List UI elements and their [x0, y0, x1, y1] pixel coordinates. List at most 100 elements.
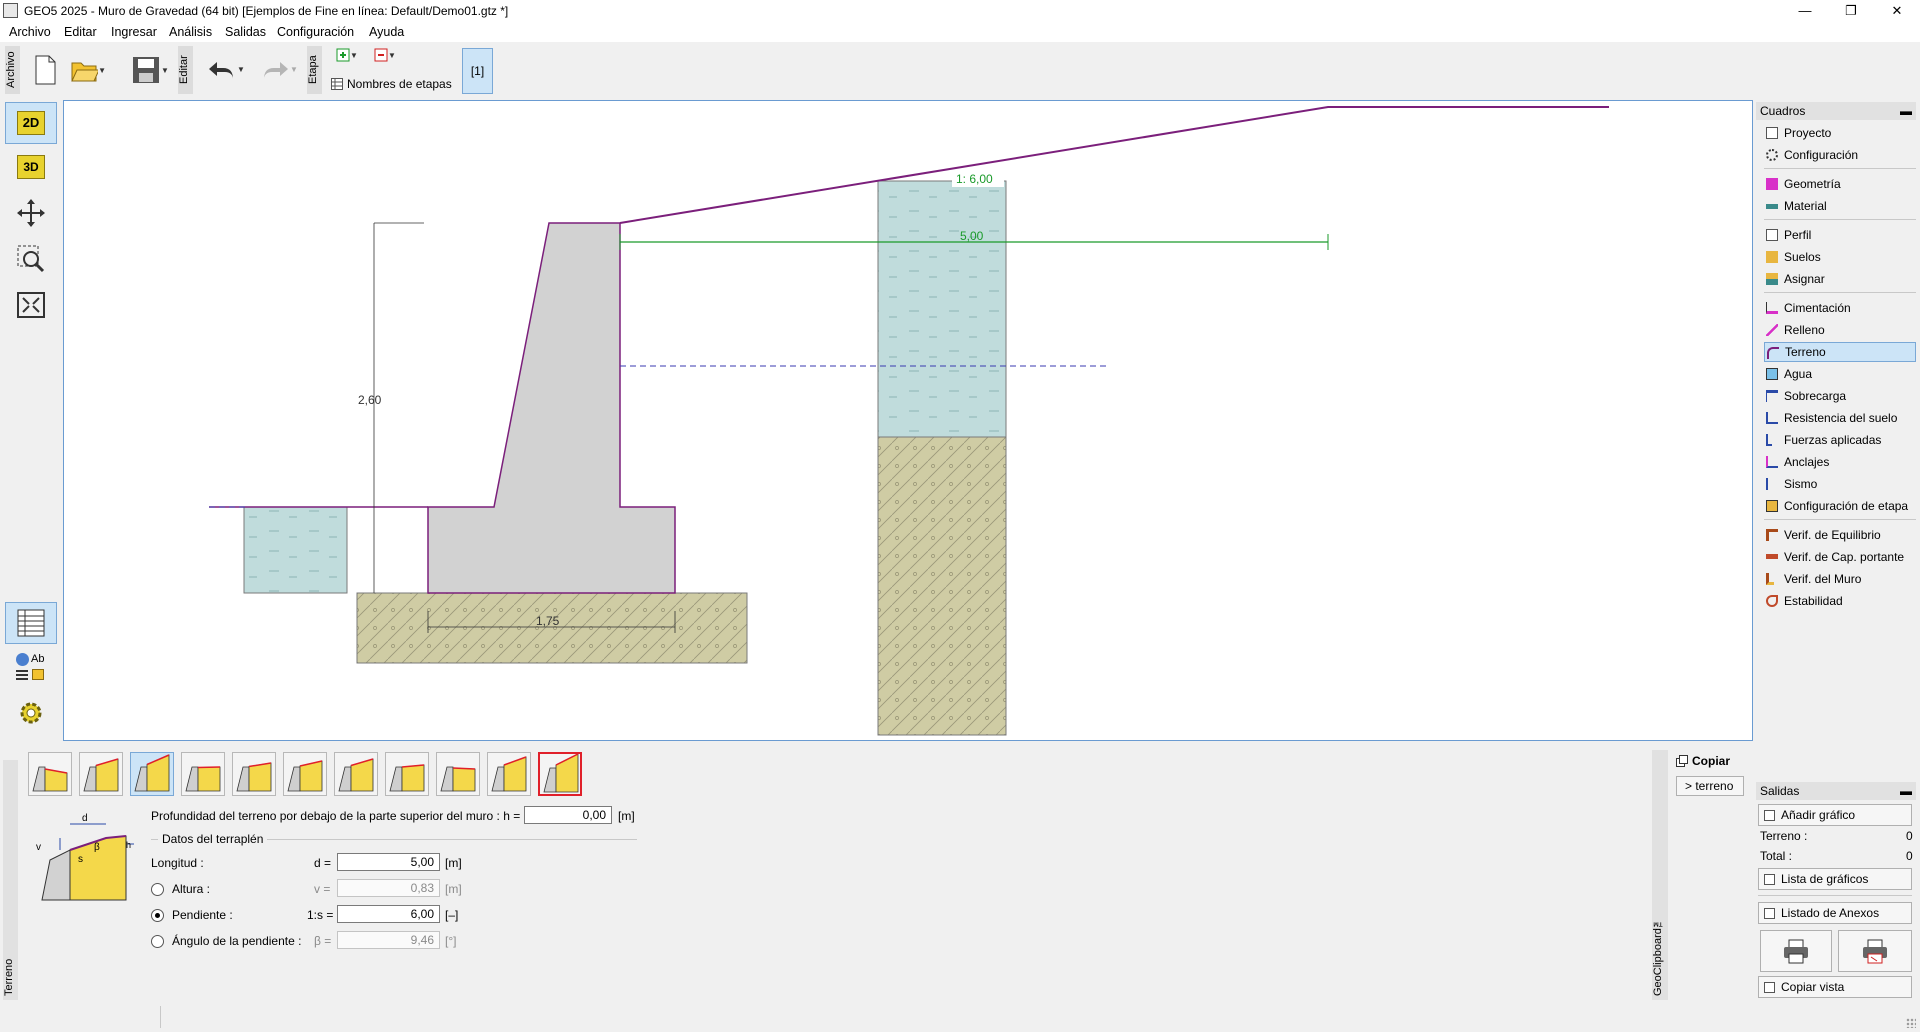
terrain-type-7-button[interactable]: [334, 752, 378, 796]
view-3d-button[interactable]: 3D: [5, 146, 57, 188]
menu-salidas[interactable]: Salidas: [225, 25, 266, 39]
minimize-button[interactable]: —: [1782, 0, 1828, 22]
menu-ayuda[interactable]: Ayuda: [369, 25, 404, 39]
close-button[interactable]: ✕: [1874, 0, 1920, 22]
menu-configuracion[interactable]: Configuración: [277, 25, 354, 39]
menu-editar[interactable]: Editar: [64, 25, 97, 39]
add-graphic-button[interactable]: Añadir gráfico: [1758, 804, 1912, 826]
frame-proyecto[interactable]: Proyecto: [1764, 123, 1916, 143]
view-2d-button[interactable]: 2D: [5, 102, 57, 144]
terrain-type-5-button[interactable]: [232, 752, 276, 796]
diagram-label-s: s: [78, 854, 83, 865]
copy-view-button[interactable]: Copiar vista: [1758, 976, 1912, 998]
frame-sobrecarga[interactable]: Sobrecarga: [1764, 386, 1916, 406]
terrain-type-4-button[interactable]: [181, 752, 225, 796]
frame-material[interactable]: Material: [1764, 196, 1916, 216]
terrain-type-2-button[interactable]: [79, 752, 123, 796]
print-preview-icon: [1863, 939, 1887, 964]
height-radio[interactable]: [151, 883, 164, 896]
settings-button[interactable]: [5, 692, 57, 734]
terrain-type-3-button[interactable]: [130, 752, 174, 796]
total-graphics-label: Total :: [1760, 849, 1793, 863]
archivo-group-label: Archivo: [5, 46, 20, 94]
frame-fuerzas-aplicadas[interactable]: Fuerzas aplicadas: [1764, 430, 1916, 450]
document-icon: [1766, 127, 1778, 139]
length-unit: [m]: [445, 856, 462, 870]
outputs-header: Salidas ▬: [1756, 782, 1916, 800]
annex-list-button[interactable]: Listado de Anexos: [1758, 902, 1912, 924]
terrain-type-9-button[interactable]: [436, 752, 480, 796]
print-preview-button[interactable]: [1838, 930, 1912, 972]
chevron-down-icon[interactable]: ▼: [98, 66, 106, 75]
frame-relleno[interactable]: Relleno: [1764, 320, 1916, 340]
terrain-type-6-button[interactable]: [283, 752, 327, 796]
slope-input[interactable]: [337, 905, 440, 923]
angle-input[interactable]: [337, 931, 440, 949]
frame-sismo[interactable]: Sismo: [1764, 474, 1916, 494]
depth-input[interactable]: [524, 806, 612, 824]
frame-label: Configuración de etapa: [1784, 499, 1909, 513]
frame-resistencia-suelo[interactable]: Resistencia del suelo: [1764, 408, 1916, 428]
terrain-type-8-button[interactable]: [385, 752, 429, 796]
frame-estabilidad[interactable]: Estabilidad: [1764, 591, 1916, 611]
menu-ingresar[interactable]: Ingresar: [111, 25, 157, 39]
frame-verif-equilibrio[interactable]: Verif. de Equilibrio: [1764, 525, 1916, 545]
remove-stage-button[interactable]: ▼: [368, 47, 402, 63]
minimize-icon[interactable]: ▬: [1900, 102, 1912, 120]
fit-view-button[interactable]: [5, 284, 57, 326]
frame-cimentacion[interactable]: Cimentación: [1764, 298, 1916, 318]
new-file-button[interactable]: [30, 52, 60, 88]
terrain-type-1-button[interactable]: [28, 752, 72, 796]
table-view-button[interactable]: [5, 602, 57, 644]
frame-configuracion[interactable]: Configuración: [1764, 145, 1916, 165]
drawing-canvas[interactable]: 2,60 1,75 5,00 1: 6,00: [63, 100, 1753, 741]
frame-anclajes[interactable]: Anclajes: [1764, 452, 1916, 472]
chevron-down-icon[interactable]: ▼: [350, 51, 358, 60]
menu-analisis[interactable]: Análisis: [169, 25, 212, 39]
zoom-button[interactable]: [5, 238, 57, 280]
terrain-type-11-button[interactable]: [538, 752, 582, 796]
frame-suelos[interactable]: Suelos: [1764, 247, 1916, 267]
remove-icon: [374, 48, 388, 62]
angle-radio[interactable]: [151, 935, 164, 948]
frame-agua[interactable]: Agua: [1764, 364, 1916, 384]
frame-perfil[interactable]: Perfil: [1764, 225, 1916, 245]
graphics-list-button[interactable]: Lista de gráficos: [1758, 868, 1912, 890]
frame-asignar[interactable]: Asignar: [1764, 269, 1916, 289]
minimize-icon[interactable]: ▬: [1900, 782, 1912, 800]
open-file-button[interactable]: ▼: [70, 52, 106, 88]
restore-button[interactable]: ❐: [1828, 0, 1874, 22]
slope-unit: [–]: [445, 908, 459, 922]
frame-verif-muro[interactable]: Verif. del Muro: [1764, 569, 1916, 589]
copy-terrain-button[interactable]: > terreno: [1676, 776, 1744, 796]
frame-configuracion-etapa[interactable]: Configuración de etapa: [1764, 496, 1916, 516]
add-stage-button[interactable]: ▼: [330, 47, 364, 63]
stage-1-button[interactable]: [1]: [462, 48, 493, 94]
menu-archivo[interactable]: Archivo: [9, 25, 51, 39]
geoclipboard-side-tab[interactable]: GeoClipboard™: [1652, 750, 1668, 1000]
print-button[interactable]: [1760, 930, 1832, 972]
chevron-down-icon[interactable]: ▼: [290, 65, 298, 74]
terrain-type-10-button[interactable]: [487, 752, 531, 796]
stage-settings-icon: [1766, 500, 1778, 512]
undo-button[interactable]: ▼: [202, 54, 250, 84]
chevron-down-icon[interactable]: ▼: [237, 65, 245, 74]
copy-button[interactable]: Copiar: [1676, 754, 1730, 768]
list-icon: [1764, 908, 1775, 919]
resize-grip-icon[interactable]: [1906, 1018, 1916, 1028]
terrain-side-tab[interactable]: Terreno: [3, 760, 18, 1000]
frame-terreno[interactable]: Terreno: [1764, 342, 1916, 362]
frame-geometria[interactable]: Geometría: [1764, 174, 1916, 194]
redo-button[interactable]: ▼: [255, 54, 303, 84]
chevron-down-icon[interactable]: ▼: [161, 66, 169, 75]
frame-label: Verif. de Equilibrio: [1784, 528, 1881, 542]
slope-radio[interactable]: [151, 909, 164, 922]
chevron-down-icon[interactable]: ▼: [388, 51, 396, 60]
pan-button[interactable]: [5, 192, 57, 234]
height-input[interactable]: [337, 879, 440, 897]
frame-verif-cap-portante[interactable]: Verif. de Cap. portante: [1764, 547, 1916, 567]
save-file-button[interactable]: ▼: [125, 52, 175, 88]
drawing-settings-button[interactable]: Ab: [5, 646, 57, 688]
stage-names-button[interactable]: Nombres de etapas: [331, 76, 452, 92]
length-input[interactable]: [337, 853, 440, 871]
